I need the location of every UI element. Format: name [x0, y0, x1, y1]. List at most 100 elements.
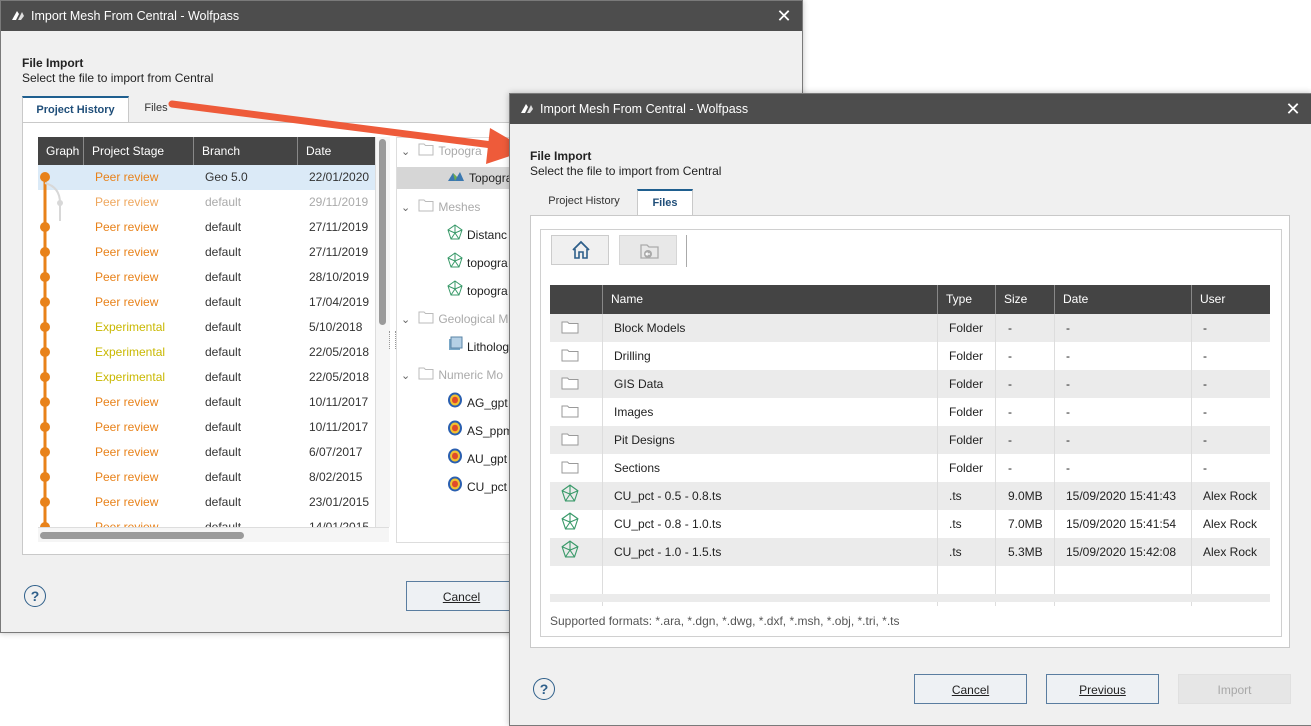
chevron-down-icon[interactable]: ⌄ — [401, 365, 415, 386]
front-cancel-button[interactable]: Cancel — [914, 674, 1027, 704]
file-size: 7.0MB — [996, 510, 1055, 538]
file-row[interactable]: CU_pct - 0.5 - 0.8.ts .ts 9.0MB 15/09/2020 … — [550, 482, 1270, 510]
history-row[interactable]: Experimental default 22/05/2018 — [38, 340, 375, 365]
history-horizontal-scrollbar[interactable] — [38, 527, 389, 542]
file-date: 15/09/2020 15:41:54 — [1055, 510, 1192, 538]
file-row[interactable]: Images Folder - - - — [550, 398, 1270, 426]
import-button[interactable]: Import — [1178, 674, 1291, 704]
tree-item[interactable]: Topogra — [397, 167, 517, 189]
tree-item[interactable]: ⌄ Geological M — [401, 308, 517, 330]
file-type: Folder — [938, 342, 996, 370]
col-size[interactable]: Size — [996, 285, 1055, 314]
file-date: - — [1055, 314, 1192, 342]
file-date: 15/09/2020 15:42:08 — [1055, 538, 1192, 566]
history-row[interactable]: Experimental default 5/10/2018 — [38, 315, 375, 340]
col-graph[interactable]: Graph — [38, 137, 84, 165]
history-row[interactable]: Peer review default 10/11/2017 — [38, 390, 375, 415]
file-row[interactable]: GIS Data Folder - - - — [550, 370, 1270, 398]
back-close-icon[interactable]: ✕ — [774, 6, 794, 26]
front-help-icon[interactable]: ? — [533, 678, 555, 700]
history-row[interactable]: Peer review default 28/10/2019 — [38, 265, 375, 290]
history-row[interactable]: Peer review default 17/04/2019 — [38, 290, 375, 315]
tree-item[interactable]: AS_ppm — [447, 420, 517, 442]
chevron-down-icon[interactable]: ⌄ — [401, 309, 415, 330]
history-row[interactable]: Peer review default 23/01/2015 — [38, 490, 375, 515]
back-cancel-button[interactable]: Cancel — [406, 581, 517, 611]
date-cell: 10/11/2017 — [309, 420, 369, 434]
col-date[interactable]: Date — [1055, 285, 1192, 314]
tree-item[interactable]: ⌄ Numeric Mo — [401, 364, 517, 386]
branch-cell: default — [205, 195, 242, 209]
folder-icon — [550, 426, 603, 454]
front-titlebar: Import Mesh From Central - Wolfpass ✕ — [510, 94, 1311, 124]
folder-icon — [550, 314, 603, 342]
col-icon[interactable] — [550, 285, 603, 314]
folder-icon — [418, 365, 434, 386]
file-user: - — [1203, 349, 1207, 363]
history-row[interactable]: Experimental default 22/05/2018 — [38, 365, 375, 390]
file-row[interactable]: CU_pct - 1.0 - 1.5.ts .ts 5.3MB 15/09/2020 … — [550, 538, 1270, 566]
files-table-header: Name Type Size Date User — [550, 285, 1270, 314]
col-user[interactable]: User — [1192, 285, 1270, 314]
previous-button[interactable]: Previous — [1046, 674, 1159, 704]
history-row[interactable]: Peer review default 29/11/2019 — [38, 190, 375, 215]
back-tab-project-history[interactable]: Project History — [22, 96, 129, 122]
file-row[interactable]: Pit Designs Folder - - - — [550, 426, 1270, 454]
file-name: CU_pct - 0.8 - 1.0.ts — [603, 510, 938, 538]
branch-cell: default — [205, 220, 242, 234]
file-row[interactable]: Block Models Folder - - - — [550, 314, 1270, 342]
branch-cell: default — [205, 345, 242, 359]
file-user: - — [1203, 461, 1207, 475]
front-close-icon[interactable]: ✕ — [1283, 99, 1303, 119]
branch-cell: default — [205, 295, 242, 309]
home-button[interactable] — [551, 235, 609, 265]
tree-item-label: Numeric Mo — [438, 368, 504, 382]
file-row[interactable]: Drilling Folder - - - — [550, 342, 1270, 370]
file-row[interactable]: Sections Folder - - - — [550, 454, 1270, 482]
tree-item[interactable]: topogra — [447, 280, 517, 302]
back-help-icon[interactable]: ? — [24, 585, 46, 607]
history-row[interactable]: Peer review default 27/11/2019 — [38, 240, 375, 265]
toolbar-divider — [686, 235, 687, 267]
tree-item[interactable]: Distanc — [447, 224, 517, 246]
tree-item[interactable]: AG_gpt — [447, 392, 517, 414]
col-name[interactable]: Name — [603, 285, 938, 314]
file-size: - — [996, 370, 1055, 398]
branch-cell: Geo 5.0 — [205, 170, 248, 184]
history-row[interactable]: Peer review Geo 5.0 22/01/2020 — [38, 165, 375, 190]
file-user: - — [1203, 405, 1207, 419]
commit-node — [40, 372, 50, 382]
history-row[interactable]: Peer review default 10/11/2017 — [38, 415, 375, 440]
history-row[interactable]: Peer review default 6/07/2017 — [38, 440, 375, 465]
tree-item[interactable]: CU_pct — [447, 476, 517, 498]
tree-item[interactable]: ⌄ Meshes — [401, 196, 517, 218]
chevron-down-icon[interactable]: ⌄ — [401, 197, 415, 218]
commit-node — [40, 172, 50, 182]
supported-formats: Supported formats: *.ara, *.dgn, *.dwg, … — [550, 614, 900, 628]
tree-item[interactable]: AU_gpt — [447, 448, 517, 470]
file-row[interactable]: CU_pct - 0.8 - 1.0.ts .ts 7.0MB 15/09/2020 … — [550, 510, 1270, 538]
scrollbar-thumb[interactable] — [379, 139, 386, 325]
litho-icon — [447, 336, 463, 358]
front-tab-project-history[interactable]: Project History — [538, 189, 630, 213]
front-tab-files[interactable]: Files — [637, 189, 693, 215]
commit-node — [40, 497, 50, 507]
tree-item[interactable]: Litholog — [447, 336, 517, 358]
file-user: - — [1203, 377, 1207, 391]
tree-item[interactable]: topogra — [447, 252, 517, 274]
stage-cell: Peer review — [95, 470, 159, 484]
history-vertical-scrollbar[interactable] — [375, 137, 390, 527]
panel-splitter[interactable] — [389, 331, 396, 349]
mesh-icon — [550, 538, 603, 566]
file-size: - — [996, 454, 1055, 482]
history-row[interactable]: Peer review default 8/02/2015 — [38, 465, 375, 490]
folder-up-button[interactable] — [619, 235, 677, 265]
col-type[interactable]: Type — [938, 285, 996, 314]
file-size: 9.0MB — [996, 482, 1055, 510]
stage-cell: Peer review — [95, 220, 159, 234]
front-window-title: Import Mesh From Central - Wolfpass — [540, 102, 749, 116]
commit-node — [40, 222, 50, 232]
history-row[interactable]: Peer review default 27/11/2019 — [38, 215, 375, 240]
hscroll-thumb[interactable] — [40, 532, 244, 539]
branch-cell: default — [205, 320, 242, 334]
